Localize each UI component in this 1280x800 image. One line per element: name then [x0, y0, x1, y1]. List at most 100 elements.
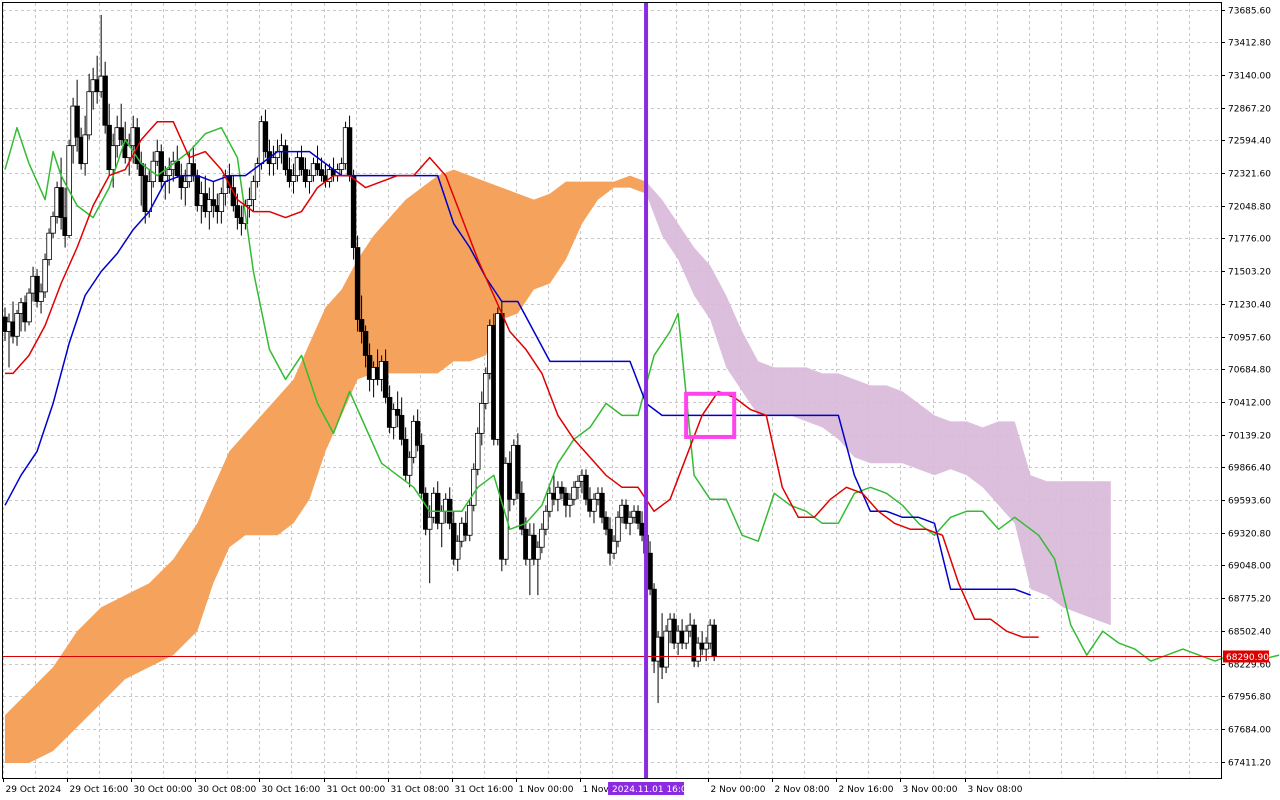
y-tick-label: 71776.00 [1228, 235, 1271, 245]
candle-body [467, 504, 473, 536]
candle-body [583, 474, 589, 500]
candle-body [218, 193, 225, 212]
y-tick-label: 71230.40 [1228, 301, 1271, 311]
candle-body [350, 175, 357, 248]
candle-body [182, 181, 189, 189]
candle-body [599, 492, 605, 518]
candle-body [683, 630, 689, 644]
candle-body [418, 444, 425, 494]
candle-body [110, 145, 116, 171]
candle-body [591, 498, 597, 512]
y-tick-label: 72048.80 [1228, 203, 1271, 213]
candle-body [338, 163, 345, 171]
current-price-label: 68290.90 [1226, 653, 1269, 663]
candle-body [414, 420, 421, 446]
x-tick-label: 31 Oct 16:00 [455, 785, 514, 795]
candle-body [190, 163, 197, 177]
candle-body [74, 105, 80, 138]
candle-body [647, 552, 653, 590]
candle-body [42, 259, 48, 293]
y-tick-label: 69593.60 [1228, 497, 1271, 507]
y-tick-label: 73140.00 [1228, 72, 1271, 82]
candle-body [439, 510, 445, 524]
x-tick-label: 3 Nov 00:00 [903, 785, 958, 795]
candle-body [82, 134, 88, 165]
y-tick-label: 67956.80 [1228, 693, 1271, 703]
y-tick-label: 69320.80 [1228, 530, 1271, 540]
candle-body [358, 319, 365, 332]
candle-body [479, 402, 485, 434]
x-tick-label: 2 Nov 00:00 [711, 785, 766, 795]
y-tick-label: 72867.20 [1228, 105, 1271, 115]
y-tick-label: 69866.40 [1228, 464, 1271, 474]
candle-body [58, 187, 64, 218]
candle-body [166, 169, 172, 177]
candle-body [559, 486, 565, 494]
x-tick-label: 30 Oct 00:00 [134, 785, 193, 795]
price-chart[interactable]: 73685.60 73412.80 73140.00 72867.20 72594.40… [0, 0, 1280, 800]
candle-body [210, 199, 217, 206]
candle-body [663, 630, 669, 668]
candle-body [394, 408, 401, 416]
x-tick-label: 2 Nov 08:00 [775, 785, 830, 795]
candle-body [118, 127, 124, 141]
candle-body [471, 468, 477, 506]
candle-body [382, 361, 389, 398]
candle-body [246, 199, 253, 206]
candle-body [611, 540, 617, 554]
candle-body [262, 121, 269, 153]
candle-body [535, 546, 541, 560]
candle-body [615, 516, 621, 542]
candle-body [639, 522, 645, 536]
candle-body [86, 91, 92, 136]
candle-body [627, 516, 633, 524]
candle-body [483, 373, 489, 404]
y-tick-label: 70957.60 [1228, 334, 1271, 344]
candle-body [703, 642, 709, 650]
y-tick-label: 68775.20 [1228, 595, 1271, 605]
candle-body [270, 157, 277, 165]
candle-body [26, 292, 32, 323]
y-tick-label: 73685.60 [1228, 7, 1271, 17]
candle-body [298, 157, 305, 171]
candle-body [14, 313, 20, 337]
candle-body [50, 215, 56, 234]
candle-body [174, 160, 180, 177]
candle-body [575, 480, 581, 488]
x-tick-label: 2 Nov 16:00 [839, 785, 894, 795]
x-tick-label: 31 Oct 08:00 [391, 785, 450, 795]
candle-body [314, 163, 321, 171]
candle-body [539, 528, 545, 548]
y-tick-label: 69048.00 [1228, 562, 1271, 572]
candle-body [234, 205, 241, 218]
candle-body [398, 414, 405, 440]
candle-body [571, 486, 577, 500]
candle-body [362, 331, 369, 356]
x-tick-label: 29 Oct 2024 [6, 785, 62, 795]
x-tick-label: 31 Oct 00:00 [327, 785, 386, 795]
candle-body [346, 127, 353, 177]
candle-body [38, 291, 44, 302]
candle-body [475, 432, 481, 470]
candle-body [46, 232, 52, 260]
candle-body [603, 516, 609, 530]
candle-body [426, 516, 433, 530]
candle-body [515, 444, 521, 494]
candle-body [250, 181, 257, 200]
y-tick-label: 73412.80 [1228, 39, 1271, 49]
candle-body [282, 145, 289, 171]
x-tick-label: 1 Nov 00:00 [519, 785, 574, 795]
candle-body [543, 510, 549, 530]
x-tick-label: 29 Oct 16:00 [70, 785, 129, 795]
y-tick-label: 70139.20 [1228, 432, 1271, 442]
candle-body [354, 247, 361, 320]
candle-body [635, 510, 641, 524]
candle-body [102, 75, 108, 126]
y-tick-label: 67684.00 [1228, 726, 1271, 736]
y-tick-label: 67411.20 [1228, 759, 1271, 769]
candle-body [290, 175, 297, 183]
y-tick-label: 70684.80 [1228, 366, 1271, 376]
x-tick-label: 3 Nov 08:00 [968, 785, 1023, 795]
x-tick-label: 30 Oct 08:00 [198, 785, 257, 795]
candle-body [567, 498, 573, 506]
